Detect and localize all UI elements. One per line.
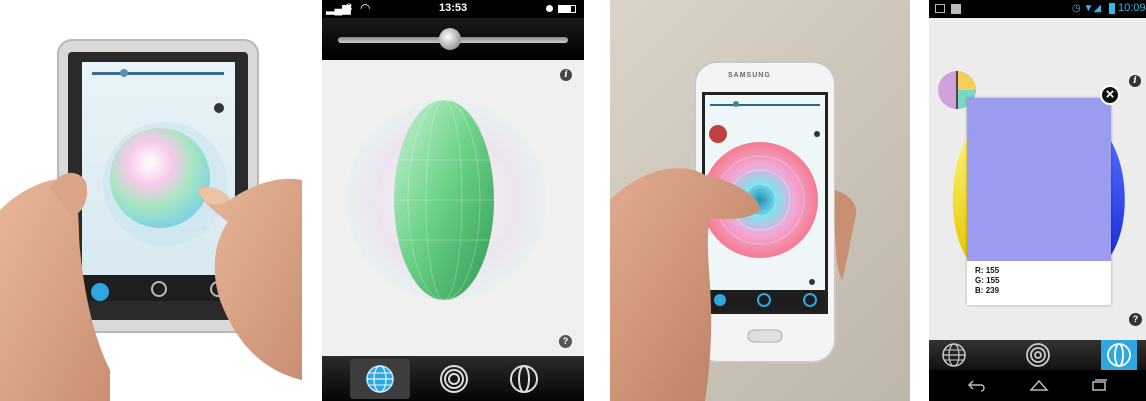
status-icons: ◷ ▼◢ <box>1072 3 1102 14</box>
wifi-icon: ◠ <box>360 1 371 15</box>
color-popup: R: 155 G: 155 B: 239 <box>967 98 1111 305</box>
recent-apps-icon[interactable] <box>1089 378 1109 392</box>
close-popup-icon[interactable]: × <box>1100 85 1120 105</box>
help-icon[interactable]: ? <box>1129 313 1142 326</box>
r-value: 155 <box>985 266 1000 275</box>
g-value: 155 <box>986 276 1000 285</box>
vertical-slice-icon <box>1107 343 1131 367</box>
info-icon[interactable]: i <box>1129 75 1141 87</box>
alarm-icon <box>546 5 553 12</box>
status-time: 13:53 <box>439 2 468 14</box>
tab-globe[interactable] <box>350 359 410 399</box>
facebook-notification-icon <box>951 4 961 14</box>
color-ellipsoid-view[interactable] <box>322 60 584 350</box>
android-tab-bar <box>929 340 1146 370</box>
photo-tablet-hands <box>0 0 302 401</box>
tablet-photo-illustration <box>0 39 302 401</box>
tab-segment[interactable] <box>504 359 544 399</box>
tablet-color-sphere <box>110 128 210 228</box>
image-notification-icon <box>935 4 945 13</box>
slider-bar <box>322 18 584 60</box>
yellow-slice <box>952 138 967 258</box>
back-icon[interactable] <box>967 378 987 392</box>
b-label: B: <box>975 286 984 295</box>
globe-icon[interactable] <box>941 342 967 368</box>
android-screenshot: ◷ ▼◢ 10:09 i R: 155 G: 155 B: 239 × ? <box>929 0 1146 401</box>
android-status-bar: ◷ ▼◢ 10:09 <box>929 0 1146 18</box>
battery-icon <box>1109 3 1115 14</box>
r-label: R: <box>975 266 984 275</box>
help-icon[interactable]: ? <box>559 335 572 348</box>
g-label: G: <box>975 276 984 285</box>
blue-slice <box>1109 138 1125 258</box>
home-icon[interactable] <box>1029 378 1049 392</box>
tab-rings[interactable] <box>434 359 474 399</box>
android-status-time: 10:09 <box>1118 2 1146 14</box>
iphone-screenshot: ▂▄▆ 3 ◠ 13:53 i ? <box>322 0 584 401</box>
globe-icon <box>366 365 394 393</box>
tablet-globe-tab-icon <box>91 283 109 301</box>
photo-samsung-phone: SAMSUNG <box>610 0 910 401</box>
signal-label: 3 <box>346 2 353 14</box>
concentric-rings-icon[interactable] <box>1025 342 1051 368</box>
slider-thumb[interactable] <box>439 28 461 50</box>
vertical-slice-icon <box>510 365 538 393</box>
tab-segment-active[interactable] <box>1101 340 1137 370</box>
phone-photo-illustration <box>610 61 857 401</box>
phone-brand-label: SAMSUNG <box>728 72 771 79</box>
rgb-readout: R: 155 G: 155 B: 239 <box>975 266 999 296</box>
android-nav-bar <box>929 370 1146 401</box>
battery-icon <box>558 5 576 13</box>
color-swatch <box>967 98 1111 261</box>
status-bar: ▂▄▆ 3 ◠ 13:53 <box>322 0 584 18</box>
tablet-info-icon <box>214 103 224 113</box>
tab-bar <box>322 356 584 401</box>
b-value: 239 <box>985 286 1000 295</box>
concentric-rings-icon <box>440 365 468 393</box>
